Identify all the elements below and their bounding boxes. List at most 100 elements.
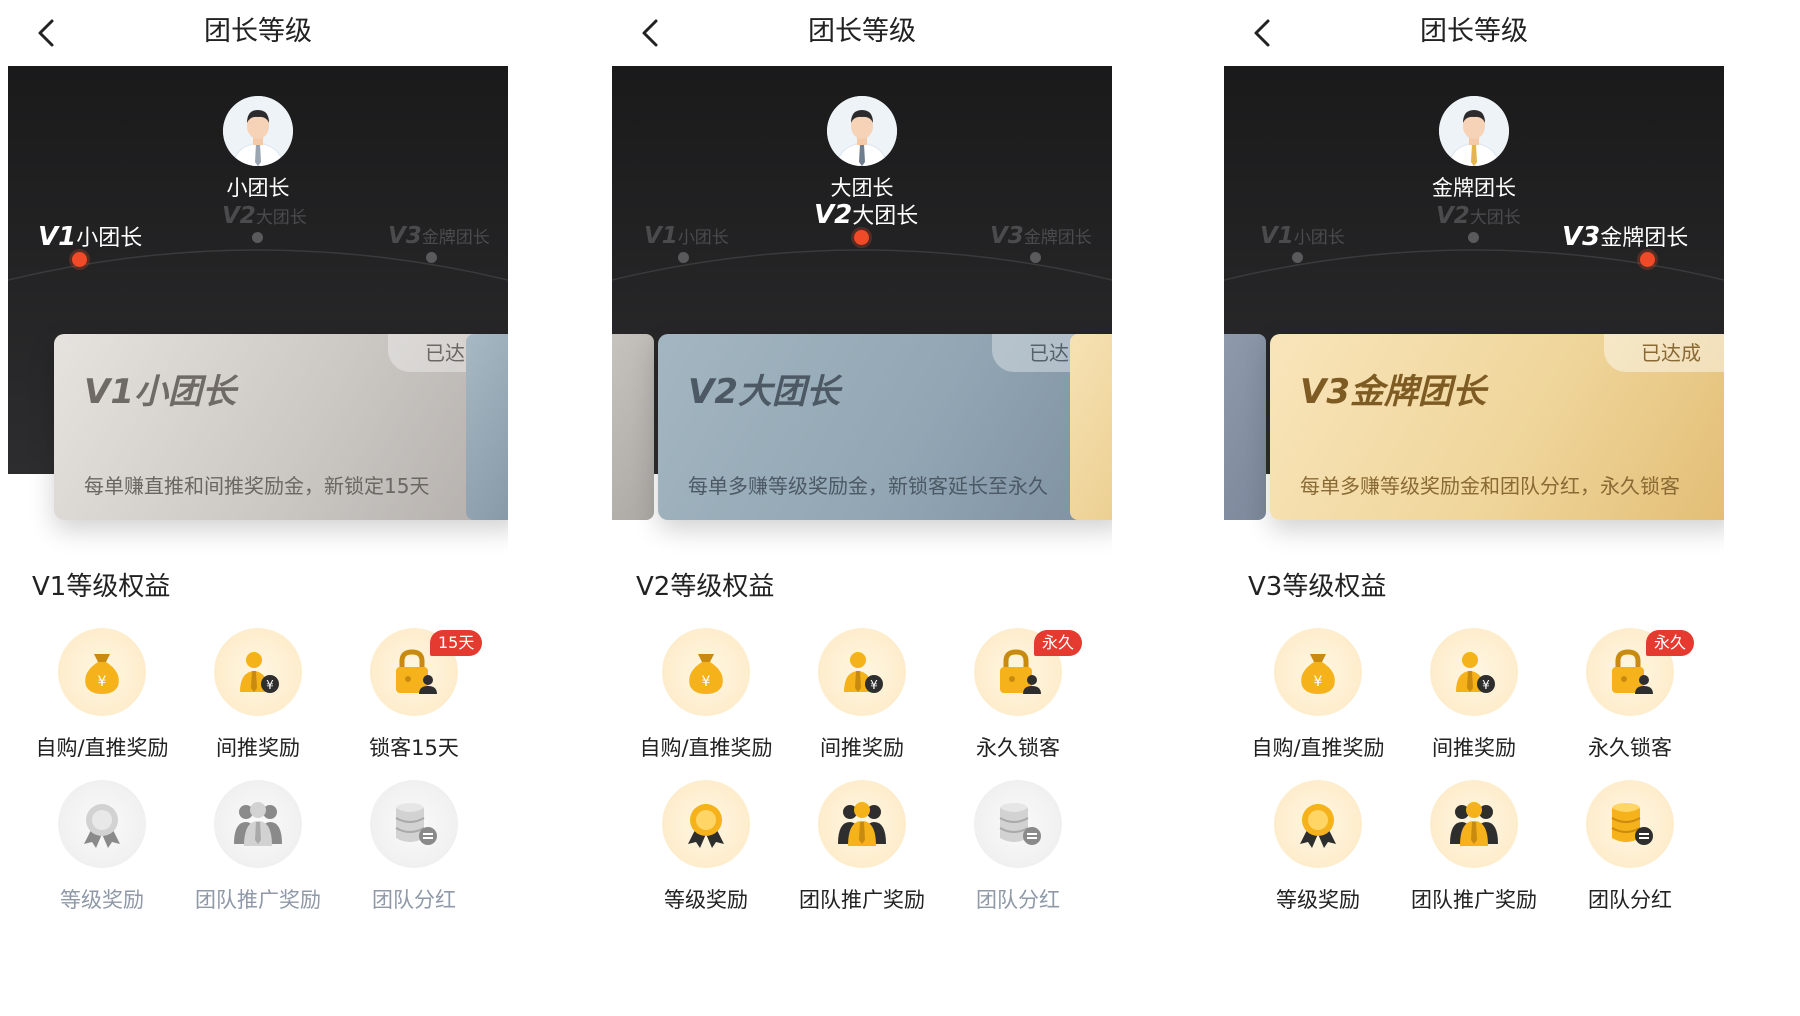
benefit-item[interactable]: ¥ 自购/直推奖励 [1228, 628, 1408, 762]
svg-text:¥: ¥ [1482, 678, 1490, 692]
benefit-badge: 15天 [430, 630, 483, 656]
header: 团长等级 [8, 0, 508, 66]
card-description: 每单多赚等级奖励金和团队分红，永久锁客 [1300, 474, 1680, 498]
level-v1-label[interactable]: V1小团长 [1260, 223, 1345, 249]
benefit-item[interactable]: 永久永久锁客 [928, 628, 1108, 762]
next-card-peek[interactable] [1070, 334, 1112, 520]
benefit-item[interactable]: 团队推广奖励 [772, 780, 952, 914]
level-v3-dot [1030, 252, 1041, 263]
level-v1-label[interactable]: V1小团长 [38, 220, 142, 252]
money-bag-icon: ¥ [662, 628, 750, 716]
benefit-label: 自购/直推奖励 [35, 736, 169, 760]
level-v2-dot [252, 232, 263, 243]
status-badge: 已达成 [1604, 334, 1724, 372]
level-v3-dot [1640, 252, 1655, 267]
benefit-label: 团队分红 [1588, 888, 1672, 912]
level-v2-label[interactable]: V2大团长 [814, 198, 918, 230]
benefit-label: 团队分红 [976, 888, 1060, 912]
level-v3-label[interactable]: V3金牌团长 [388, 223, 490, 249]
next-card-peek[interactable] [466, 334, 508, 520]
level-v1-dot [1292, 252, 1303, 263]
lock-user-icon: 永久 [974, 628, 1083, 716]
benefit-item[interactable]: 团队分红 [324, 780, 504, 914]
benefit-item[interactable]: 等级奖励 [616, 780, 796, 914]
benefit-item[interactable]: ¥ 自购/直推奖励 [12, 628, 192, 762]
level-panel-v3: 团长等级 金牌团长 V1小团长 V2大团长 V3金牌团长 已达成 V3金牌团长 … [1224, 0, 1724, 1016]
level-v2-label[interactable]: V2大团长 [1436, 203, 1521, 229]
svg-text:¥: ¥ [98, 674, 107, 690]
level-v2-dot [854, 230, 869, 245]
level-card-v3[interactable]: 已达成 V3金牌团长 每单多赚等级奖励金和团队分红，永久锁客 [1270, 334, 1724, 520]
benefit-label: 等级奖励 [664, 888, 748, 912]
coin-stack-icon [1586, 780, 1674, 868]
benefit-label: 永久锁客 [976, 736, 1060, 760]
svg-text:¥: ¥ [1314, 674, 1323, 690]
level-panel-v2: 团长等级 大团长 V1小团长 V2大团长 V3金牌团长 已达成 V2大团长 每单… [612, 0, 1112, 1016]
role-name: 小团长 [226, 176, 290, 200]
benefit-badge: 永久 [1646, 630, 1695, 656]
benefit-label: 自购/直推奖励 [639, 736, 773, 760]
medal-icon [1274, 780, 1362, 868]
level-card-v2[interactable]: 已达成 V2大团长 每单多赚等级奖励金，新锁客延长至永久 [658, 334, 1112, 520]
person-coin-icon: ¥ [1430, 628, 1518, 716]
level-v3-dot [426, 252, 437, 263]
page-title: 团长等级 [1420, 16, 1528, 47]
svg-text:¥: ¥ [266, 678, 274, 692]
money-bag-icon: ¥ [58, 628, 146, 716]
benefit-item[interactable]: 15天锁客15天 [324, 628, 504, 762]
benefit-label: 团队推广奖励 [799, 888, 925, 912]
benefit-label: 团队分红 [372, 888, 456, 912]
avatar-icon [827, 96, 897, 166]
benefit-item[interactable]: 永久永久锁客 [1540, 628, 1720, 762]
benefit-label: 自购/直推奖励 [1251, 736, 1385, 760]
lock-user-icon: 永久 [1586, 628, 1695, 716]
benefit-item[interactable]: ¥ 间推奖励 [168, 628, 348, 762]
prev-card-peek[interactable] [1224, 334, 1266, 520]
money-bag-icon: ¥ [1274, 628, 1362, 716]
level-v1-dot [72, 252, 87, 267]
benefit-item[interactable]: ¥ 自购/直推奖励 [616, 628, 796, 762]
level-v2-label[interactable]: V2大团长 [222, 203, 307, 229]
prev-card-peek[interactable] [612, 334, 654, 520]
level-v1-label[interactable]: V1小团长 [644, 223, 729, 249]
level-panel-v1: 团长等级 小团长 V1小团长 V2大团长 V3金牌团长 已达成 V1小团长 每单… [8, 0, 508, 1016]
role-name: 金牌团长 [1432, 176, 1516, 200]
benefits-grid: ¥ 自购/直推奖励 ¥ 间推奖励 永久 永久锁客 等级奖励 团队推广奖励 团队分红 [612, 628, 1112, 958]
benefit-item[interactable]: 团队推广奖励 [1384, 780, 1564, 914]
level-v3-label[interactable]: V3金牌团长 [990, 223, 1092, 249]
header: 团长等级 [612, 0, 1112, 66]
benefit-item[interactable]: 团队推广奖励 [168, 780, 348, 914]
card-description: 每单多赚等级奖励金，新锁客延长至永久 [688, 474, 1048, 498]
benefit-item[interactable]: 团队分红 [1540, 780, 1720, 914]
card-description: 每单赚直推和间推奖励金，新锁定15天 [84, 474, 430, 498]
benefit-item[interactable]: 团队分红 [928, 780, 1108, 914]
avatar [827, 96, 897, 166]
avatar [223, 96, 293, 166]
page-title: 团长等级 [204, 16, 312, 47]
benefit-label: 永久锁客 [1588, 736, 1672, 760]
benefit-label: 团队推广奖励 [1411, 888, 1537, 912]
benefit-item[interactable]: ¥ 间推奖励 [772, 628, 952, 762]
benefits-title: V1等级权益 [32, 572, 171, 602]
benefits-grid: ¥ 自购/直推奖励 ¥ 间推奖励 15天锁客15天等级奖励 团队推广奖励 团队分红 [8, 628, 508, 958]
benefit-label: 间推奖励 [1432, 736, 1516, 760]
benefit-label: 锁客15天 [369, 736, 459, 760]
benefit-label: 团队推广奖励 [195, 888, 321, 912]
benefit-item[interactable]: ¥ 间推奖励 [1384, 628, 1564, 762]
level-card-v1[interactable]: 已达成 V1小团长 每单赚直推和间推奖励金，新锁定15天 [54, 334, 508, 520]
card-title: V3金牌团长 [1300, 372, 1486, 412]
page-title: 团长等级 [808, 16, 916, 47]
benefit-item[interactable]: 等级奖励 [12, 780, 192, 914]
medal-icon [58, 780, 146, 868]
benefit-label: 间推奖励 [216, 736, 300, 760]
coin-stack-icon [370, 780, 458, 868]
svg-text:¥: ¥ [702, 674, 711, 690]
avatar-icon [223, 96, 293, 166]
team-icon [1430, 780, 1518, 868]
benefit-badge: 永久 [1034, 630, 1083, 656]
benefit-item[interactable]: 等级奖励 [1228, 780, 1408, 914]
team-icon [214, 780, 302, 868]
level-v3-label[interactable]: V3金牌团长 [1562, 220, 1688, 252]
benefit-label: 间推奖励 [820, 736, 904, 760]
level-v1-dot [678, 252, 689, 263]
